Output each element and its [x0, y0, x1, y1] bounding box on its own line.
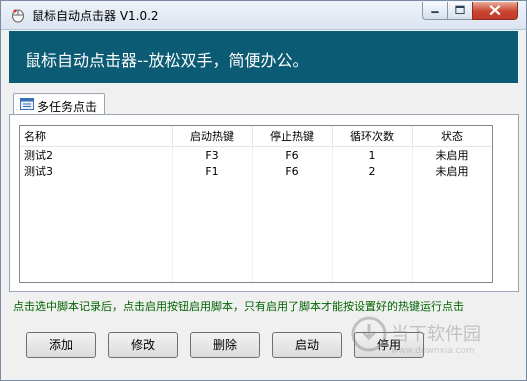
cell-stop-hotkey: F6 [252, 146, 333, 163]
maximize-button[interactable] [447, 2, 473, 20]
cell-status: 未启用 [412, 163, 492, 179]
column-header-stop-hotkey[interactable]: 停止热键 [252, 126, 333, 147]
cell-name: 测试2 [20, 146, 173, 163]
watermark-text: 当下软件园 [391, 324, 481, 345]
window-title: 鼠标自动点击器 V1.0.2 [32, 9, 159, 23]
table-empty-area [20, 179, 492, 282]
watermark-logo-icon [351, 316, 387, 352]
title-bar[interactable]: 鼠标自动点击器 V1.0.2 [1, 1, 526, 30]
cell-status: 未启用 [412, 146, 492, 163]
banner-slogan: 鼠标自动点击器--放松双手，简便办公。 [25, 51, 309, 70]
column-header-name[interactable]: 名称 [20, 126, 173, 147]
mouse-app-icon [12, 9, 24, 23]
minimize-button[interactable] [422, 2, 448, 20]
delete-button[interactable]: 删除 [190, 332, 260, 358]
edit-button[interactable]: 修改 [108, 332, 178, 358]
cell-loop-count: 1 [332, 146, 413, 163]
watermark: 当下软件园 www.downxia.com [351, 314, 511, 374]
table-header-row: 名称 启动热键 停止热键 循环次数 状态 [20, 126, 492, 147]
script-list-table[interactable]: 名称 启动热键 停止热键 循环次数 状态 测试2 F3 F6 1 未启用 测试3 [19, 125, 493, 283]
start-button[interactable]: 启动 [272, 332, 342, 358]
cell-name: 测试3 [20, 163, 173, 179]
cell-start-hotkey: F1 [172, 163, 253, 179]
cell-loop-count: 2 [332, 163, 413, 179]
tab-multi-task-click[interactable]: 多任务点击 [13, 93, 105, 115]
app-window: 鼠标自动点击器 V1.0.2 鼠标自动点击器--放松双手，简便办公。 多任务点击… [0, 0, 527, 381]
header-banner: 鼠标自动点击器--放松双手，简便办公。 [9, 31, 518, 83]
watermark-url: www.downxia.com [391, 346, 475, 356]
close-icon [489, 5, 501, 16]
column-header-loop-count[interactable]: 循环次数 [332, 126, 413, 147]
cell-start-hotkey: F3 [172, 146, 253, 163]
column-header-status[interactable]: 状态 [412, 126, 492, 147]
close-button[interactable] [472, 2, 518, 20]
table-row[interactable]: 测试2 F3 F6 1 未启用 [20, 146, 492, 163]
minimize-icon [431, 11, 439, 14]
cell-stop-hotkey: F6 [252, 163, 333, 179]
usage-hint: 点击选中脚本记录后，点击启用按钮启用脚本，只有启用了脚本才能按设置好的热键运行点… [13, 300, 464, 313]
table-row[interactable]: 测试3 F1 F6 2 未启用 [20, 163, 492, 179]
maximize-icon [455, 5, 465, 14]
add-button[interactable]: 添加 [26, 332, 96, 358]
tab-label: 多任务点击 [37, 100, 98, 114]
column-header-start-hotkey[interactable]: 启动热键 [172, 126, 253, 147]
list-icon [20, 98, 34, 110]
